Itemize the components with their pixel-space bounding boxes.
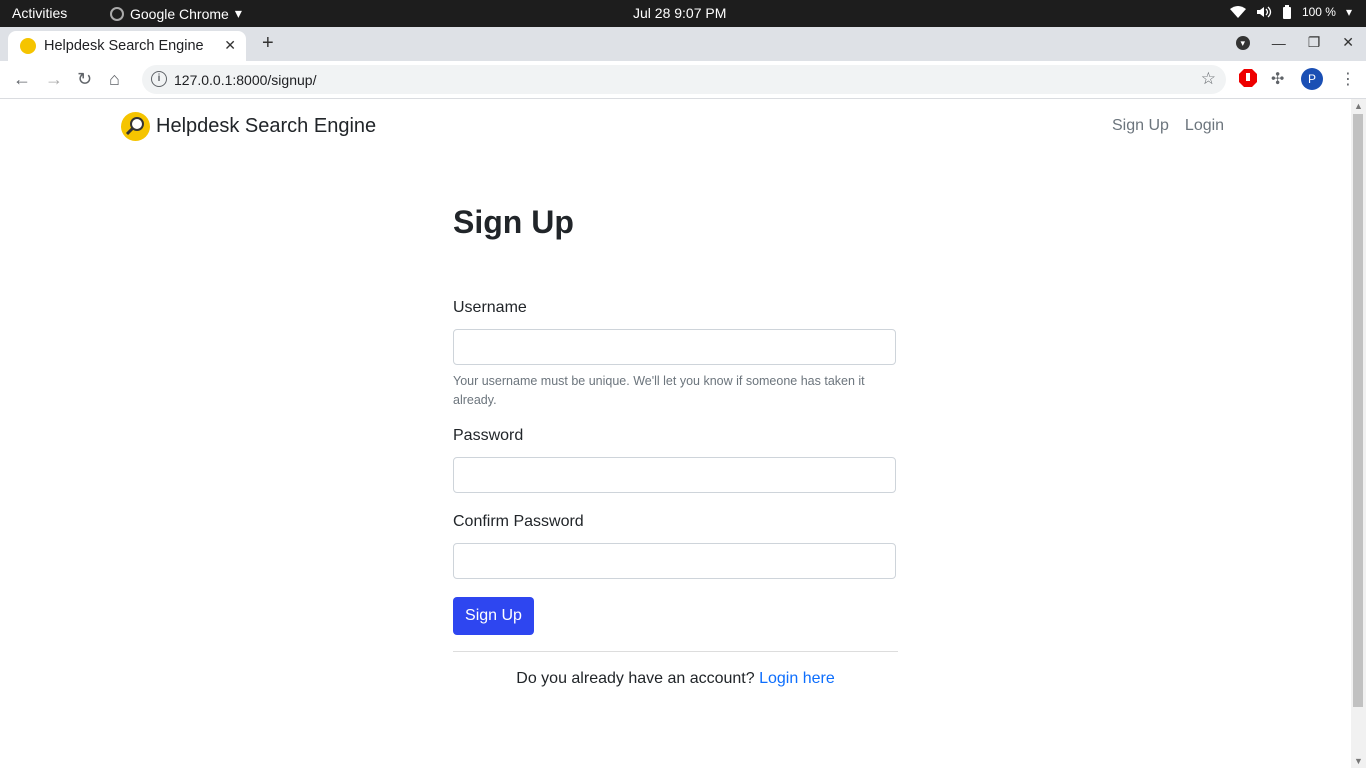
new-tab-button[interactable]: + (262, 32, 274, 55)
extensions-puzzle-icon[interactable]: ✣ (1271, 69, 1284, 89)
site-brand[interactable]: Helpdesk Search Engine (121, 112, 376, 141)
tab-title: Helpdesk Search Engine (44, 38, 204, 54)
confirm-password-input[interactable] (453, 543, 896, 579)
scroll-thumb[interactable] (1353, 114, 1363, 707)
password-label: Password (453, 427, 524, 444)
maximize-icon[interactable]: ❐ (1308, 34, 1321, 51)
close-tab-icon[interactable]: ✕ (224, 37, 236, 54)
tab-strip: Helpdesk Search Engine ✕ (0, 27, 1366, 61)
login-prompt-text: Do you already have an account? (516, 670, 755, 687)
browser-tab[interactable]: Helpdesk Search Engine ✕ (8, 31, 246, 61)
reload-icon[interactable]: ↻ (77, 69, 92, 90)
profile-avatar[interactable]: P (1301, 68, 1323, 90)
scroll-down-icon[interactable]: ▼ (1354, 756, 1363, 766)
username-help-text: Your username must be unique. We'll let … (453, 374, 865, 407)
signup-submit-button[interactable]: Sign Up (453, 597, 534, 635)
volume-icon (1256, 6, 1272, 18)
username-input[interactable] (453, 329, 896, 365)
wifi-icon (1229, 6, 1246, 18)
login-prompt: Do you already have an account? Login he… (453, 670, 898, 688)
close-window-icon[interactable]: ✕ (1342, 34, 1354, 51)
page-scrollbar[interactable]: ▲ ▼ (1351, 99, 1366, 768)
chrome-menu-icon[interactable]: ⋮ (1340, 69, 1356, 89)
scroll-up-icon[interactable]: ▲ (1354, 101, 1363, 111)
activities-button[interactable]: Activities (12, 5, 67, 21)
login-here-link[interactable]: Login here (759, 670, 835, 687)
back-icon[interactable]: ← (13, 69, 31, 90)
divider (453, 651, 898, 652)
chrome-icon (110, 6, 124, 21)
caret-down-icon: ▾ (234, 5, 242, 21)
site-nav: Sign Up Login (1112, 117, 1224, 135)
password-input[interactable] (453, 457, 896, 493)
adblock-extension-icon[interactable] (1239, 69, 1257, 87)
battery-icon (1282, 5, 1292, 19)
battery-level: 100 % (1301, 5, 1336, 19)
app-menu[interactable]: Google Chrome ▾ (110, 5, 242, 22)
username-label: Username (453, 299, 527, 316)
os-topbar: Activities Google Chrome ▾ Jul 28 9:07 P… (0, 0, 1366, 27)
nav-signup-link[interactable]: Sign Up (1112, 117, 1169, 135)
page-title: Sign Up (453, 204, 574, 240)
clock[interactable]: Jul 28 9:07 PM (633, 5, 726, 21)
window-controls: ▾ — ❐ ✕ (1235, 34, 1354, 51)
confirm-password-label: Confirm Password (453, 513, 584, 530)
caret-down-icon: ▾ (1345, 5, 1352, 19)
favicon-icon (20, 38, 36, 54)
nav-login-link[interactable]: Login (1185, 117, 1224, 135)
app-name: Google Chrome (130, 5, 229, 22)
url-text[interactable]: 127.0.0.1:8000/signup/ (174, 72, 316, 88)
system-tray[interactable]: 100 % ▾ (1229, 5, 1352, 19)
forward-icon[interactable]: → (45, 69, 63, 90)
tab-search-icon[interactable]: ▾ (1235, 35, 1250, 50)
home-icon[interactable]: ⌂ (109, 69, 120, 90)
browser-toolbar: ← → ↻ ⌂ i 127.0.0.1:8000/signup/ ☆ ✣ P ⋮ (0, 61, 1366, 99)
magnifier-logo-icon (121, 112, 150, 141)
site-info-icon[interactable]: i (151, 71, 167, 87)
brand-name: Helpdesk Search Engine (156, 115, 377, 137)
bookmark-star-icon[interactable]: ☆ (1201, 69, 1216, 89)
address-bar[interactable]: i 127.0.0.1:8000/signup/ ☆ (142, 65, 1226, 94)
minimize-icon[interactable]: — (1272, 35, 1286, 51)
